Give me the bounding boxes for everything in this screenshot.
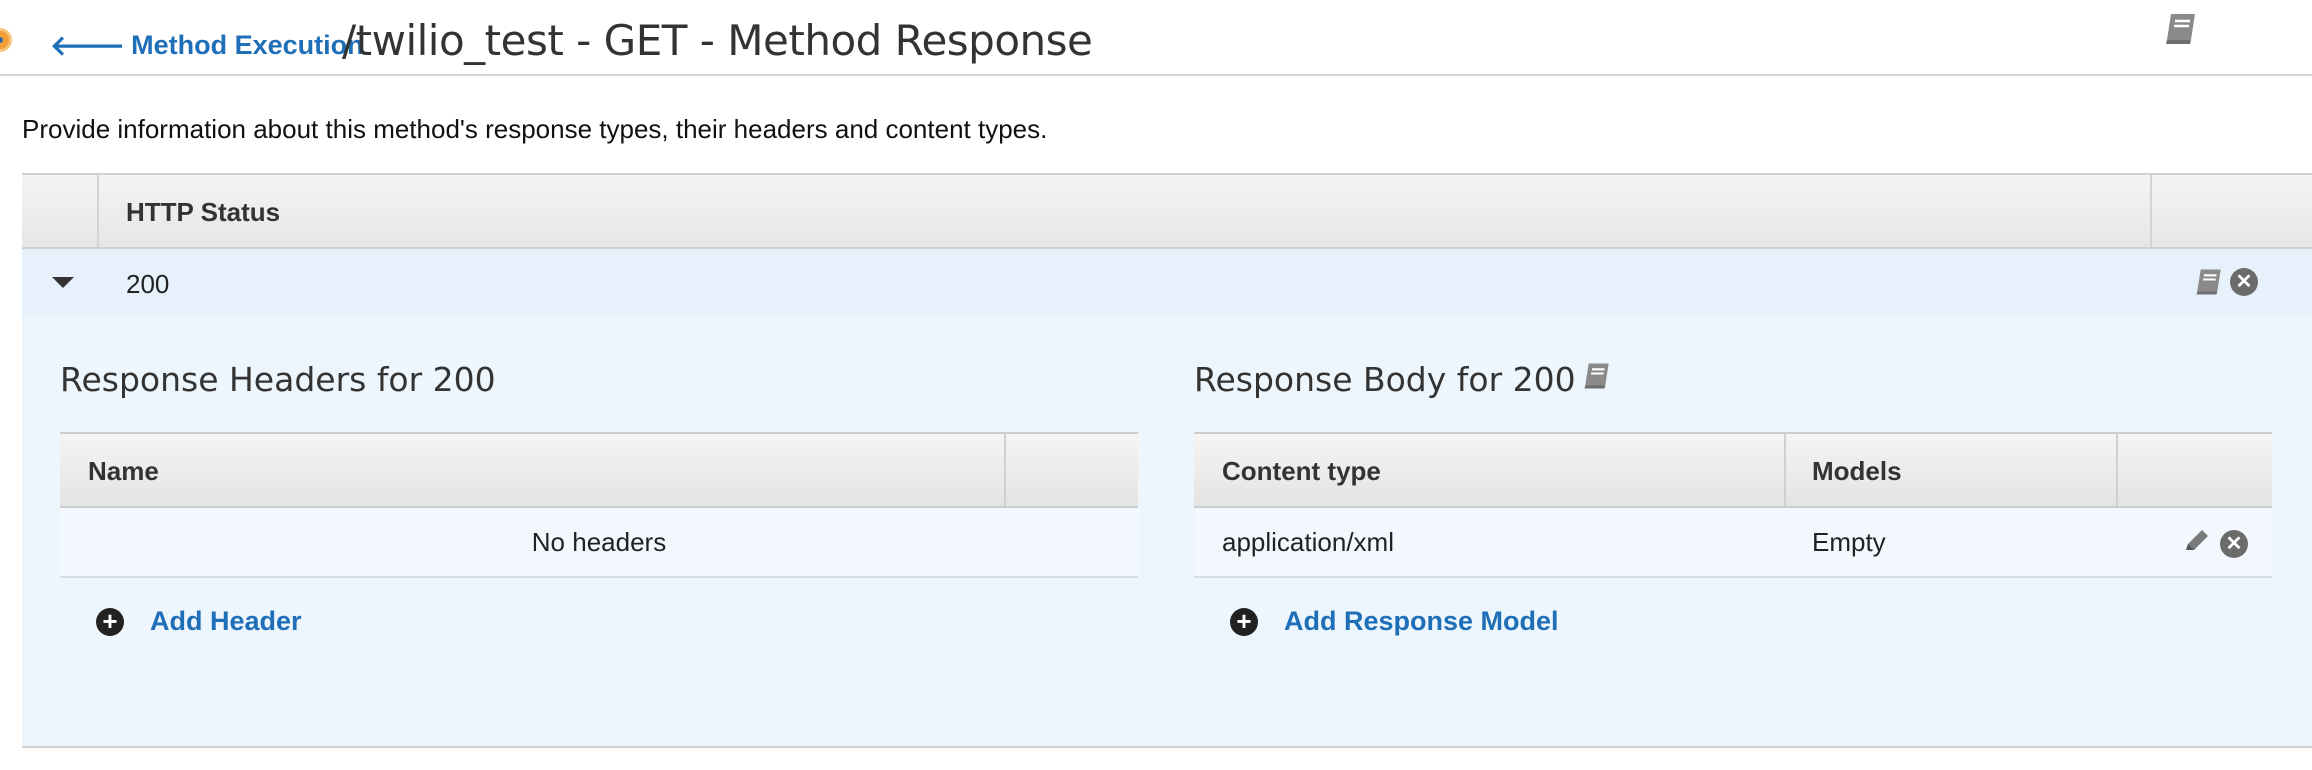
add-header-label: Add Header	[150, 606, 302, 636]
status-code: 200	[126, 269, 170, 299]
book-icon[interactable]	[1582, 360, 1612, 399]
response-headers-title: Response Headers for 200	[60, 360, 496, 399]
column-divider	[1784, 434, 1786, 506]
column-divider	[2150, 175, 2152, 247]
response-headers-table: Name No headers	[60, 432, 1138, 578]
name-column-header: Name	[88, 456, 159, 486]
plus-circle-icon: +	[96, 607, 124, 636]
response-body-title: Response Body for 200	[1194, 360, 1612, 399]
http-status-column-header: HTTP Status	[126, 197, 281, 227]
close-circle-icon[interactable]: ✕	[2230, 268, 2258, 296]
response-body-title-text: Response Body for 200	[1194, 360, 1576, 399]
table-header: HTTP Status	[22, 173, 2312, 249]
back-link-label: Method Execution	[131, 29, 364, 60]
arrow-left-icon: 🡐	[50, 30, 126, 61]
pencil-icon[interactable]	[2182, 526, 2212, 563]
page-description: Provide information about this method's …	[22, 114, 1048, 144]
table-row: application/xml Empty ✕	[1194, 508, 2272, 578]
add-response-model-button[interactable]: + Add Response Model	[1230, 606, 1559, 637]
plus-circle-icon: +	[1230, 607, 1258, 636]
no-headers-message: No headers	[531, 527, 667, 557]
model-value: Empty	[1812, 527, 1886, 557]
response-body-table: Content type Models application/xml Empt…	[1194, 432, 2272, 578]
content-type-column-header: Content type	[1222, 456, 1381, 486]
http-status-table: HTTP Status 200 ✕	[22, 173, 2312, 319]
column-divider	[97, 175, 99, 247]
content-type-value: application/xml	[1222, 527, 1394, 557]
close-circle-icon[interactable]: ✕	[2220, 526, 2248, 558]
table-header: Name	[60, 432, 1138, 508]
page-title: /twilio_test - GET - Method Response	[342, 16, 1093, 65]
table-header: Content type Models	[1194, 432, 2272, 508]
models-column-header: Models	[1812, 456, 1902, 486]
book-icon[interactable]	[2194, 267, 2224, 302]
table-row: No headers	[60, 508, 1138, 578]
response-detail-panel: Response Headers for 200 Name No headers…	[22, 316, 2312, 748]
add-response-model-label: Add Response Model	[1284, 606, 1559, 636]
column-divider	[1004, 434, 1006, 506]
page-header: 🡐 Method Execution /twilio_test - GET - …	[0, 0, 2312, 76]
table-row[interactable]: 200 ✕	[22, 249, 2312, 319]
back-to-method-execution-link[interactable]: 🡐 Method Execution	[50, 28, 364, 62]
book-icon[interactable]	[2163, 12, 2199, 51]
response-headers-title-text: Response Headers for 200	[60, 360, 496, 399]
caret-down-icon[interactable]	[52, 277, 74, 288]
column-divider	[2116, 434, 2118, 506]
add-header-button[interactable]: + Add Header	[96, 606, 302, 637]
